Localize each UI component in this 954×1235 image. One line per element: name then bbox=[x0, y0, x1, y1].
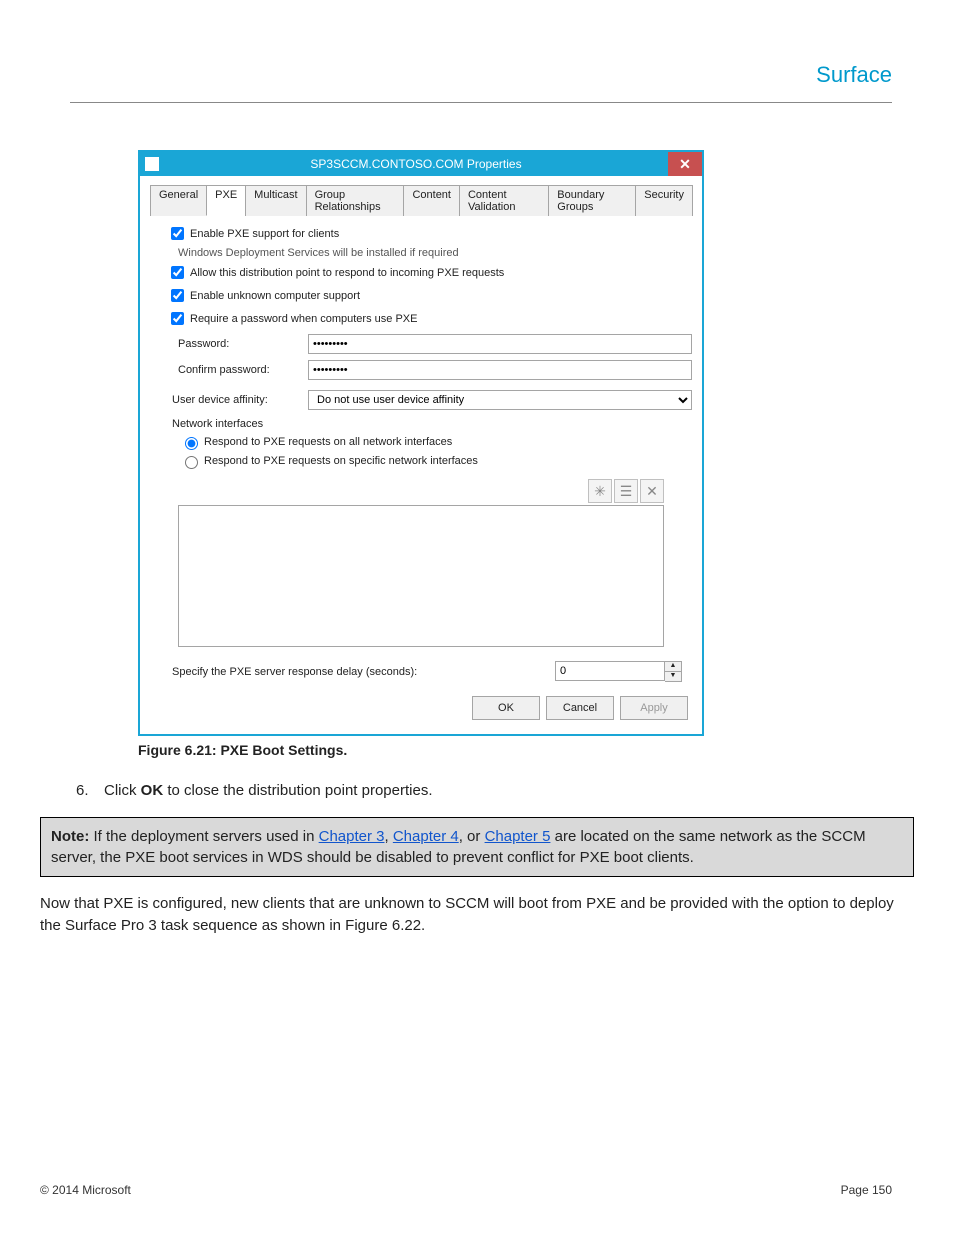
spin-down[interactable]: ▼ bbox=[665, 672, 681, 681]
properties-dialog: SP3SCCM.CONTOSO.COM Properties ✕ General… bbox=[138, 150, 704, 736]
network-interfaces-group: Network interfaces bbox=[172, 418, 692, 430]
link-chapter-4[interactable]: Chapter 4 bbox=[393, 828, 459, 845]
label-specific-interfaces: Respond to PXE requests on specific netw… bbox=[204, 455, 478, 467]
edit-interface-button[interactable]: ☰ bbox=[614, 479, 638, 503]
tab-general[interactable]: General bbox=[150, 185, 207, 216]
close-button[interactable]: ✕ bbox=[668, 152, 702, 176]
wds-note: Windows Deployment Services will be inst… bbox=[178, 247, 692, 259]
link-chapter-3[interactable]: Chapter 3 bbox=[319, 828, 385, 845]
cancel-button[interactable]: Cancel bbox=[546, 696, 614, 720]
tab-group-relationships[interactable]: Group Relationships bbox=[306, 185, 405, 216]
window-title: SP3SCCM.CONTOSO.COM Properties bbox=[164, 157, 668, 171]
window-icon bbox=[144, 156, 160, 172]
radio-specific-interfaces[interactable] bbox=[185, 456, 198, 469]
confirm-password-input[interactable] bbox=[308, 360, 692, 380]
body-paragraph: Now that PXE is configured, new clients … bbox=[40, 893, 914, 937]
label-enable-unknown: Enable unknown computer support bbox=[190, 290, 360, 302]
apply-button[interactable]: Apply bbox=[620, 696, 688, 720]
label-require-password: Require a password when computers use PX… bbox=[190, 313, 417, 325]
tab-boundary-groups[interactable]: Boundary Groups bbox=[548, 185, 636, 216]
step-6: 6. Click OK to close the distribution po… bbox=[76, 782, 914, 799]
footer-copyright: © 2014 Microsoft bbox=[40, 1183, 131, 1197]
figure-caption: Figure 6.21: PXE Boot Settings. bbox=[138, 742, 914, 758]
tab-strip: GeneralPXEMulticastGroup RelationshipsCo… bbox=[150, 184, 692, 216]
interfaces-listbox[interactable] bbox=[178, 505, 664, 647]
header-rule bbox=[70, 102, 892, 103]
label-enable-pxe: Enable PXE support for clients bbox=[190, 228, 339, 240]
tab-multicast[interactable]: Multicast bbox=[245, 185, 306, 216]
checkbox-enable-pxe[interactable] bbox=[171, 227, 184, 240]
footer-page: Page 150 bbox=[841, 1183, 892, 1197]
ok-button[interactable]: OK bbox=[472, 696, 540, 720]
radio-all-interfaces[interactable] bbox=[185, 437, 198, 450]
label-all-interfaces: Respond to PXE requests on all network i… bbox=[204, 436, 452, 448]
checkbox-enable-unknown[interactable] bbox=[171, 289, 184, 302]
password-label: Password: bbox=[178, 338, 308, 350]
password-input[interactable] bbox=[308, 334, 692, 354]
spin-up[interactable]: ▲ bbox=[665, 662, 681, 672]
label-allow-incoming: Allow this distribution point to respond… bbox=[190, 267, 504, 279]
affinity-label: User device affinity: bbox=[172, 394, 308, 406]
link-chapter-5[interactable]: Chapter 5 bbox=[485, 828, 551, 845]
confirm-password-label: Confirm password: bbox=[178, 364, 308, 376]
delay-input[interactable] bbox=[555, 661, 665, 681]
checkbox-require-password[interactable] bbox=[171, 312, 184, 325]
note-box: Note: If the deployment servers used in … bbox=[40, 817, 914, 877]
brand-logo: Surface bbox=[816, 62, 892, 88]
delete-interface-button[interactable]: ✕ bbox=[640, 479, 664, 503]
delay-label: Specify the PXE server response delay (s… bbox=[172, 666, 555, 678]
tab-content[interactable]: Content bbox=[403, 185, 460, 216]
checkbox-allow-incoming[interactable] bbox=[171, 266, 184, 279]
tab-security[interactable]: Security bbox=[635, 185, 693, 216]
affinity-select[interactable]: Do not use user device affinity bbox=[308, 390, 692, 410]
add-interface-button[interactable]: ✳ bbox=[588, 479, 612, 503]
tab-content-validation[interactable]: Content Validation bbox=[459, 185, 549, 216]
tab-pxe[interactable]: PXE bbox=[206, 185, 246, 216]
